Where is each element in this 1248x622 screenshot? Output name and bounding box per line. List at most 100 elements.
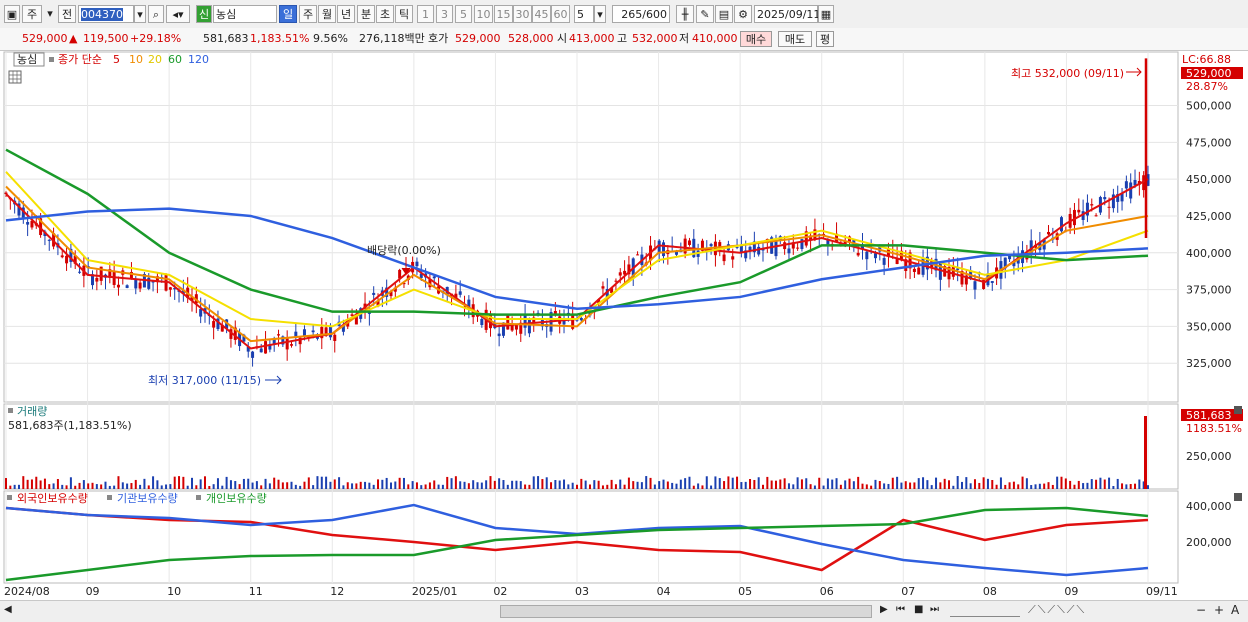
mode-dropdown-icon[interactable]: ▾ bbox=[44, 5, 56, 23]
buy-button[interactable]: 매수 bbox=[740, 31, 772, 47]
stock-code-input[interactable]: 004370 bbox=[78, 5, 134, 23]
zoom-out-icon[interactable]: − bbox=[1196, 603, 1206, 617]
calendar-icon[interactable]: ▦ bbox=[818, 5, 834, 23]
period-tick-button[interactable]: 틱 bbox=[395, 5, 413, 23]
x-axis-label: 2024/08 bbox=[4, 585, 50, 598]
price-change-pct: +29.18% bbox=[130, 32, 182, 45]
interval-5-button[interactable]: 5 bbox=[455, 5, 472, 23]
interval-3-button[interactable]: 3 bbox=[436, 5, 453, 23]
x-axis-labels: 2024/08 09 10 11 12 2025/01 02 03 04 05 06 07 08 09 09… bbox=[4, 585, 1178, 598]
period-year-button[interactable]: 년 bbox=[337, 5, 355, 23]
volume-bar bbox=[281, 482, 284, 489]
volume-bar bbox=[671, 482, 674, 489]
stock-name-field[interactable]: 농심 bbox=[213, 5, 277, 23]
volume-bar bbox=[874, 479, 877, 489]
toolbar: ▣ 주 ▾ 전 004370 ▾ ⌕ ◂▾ 신 농심 일 주 월 년 분 초 틱… bbox=[0, 0, 1248, 29]
volume-bar bbox=[489, 476, 492, 489]
legend-ma120: 120 bbox=[188, 53, 209, 66]
volume-bar bbox=[645, 476, 648, 489]
interval-15-button[interactable]: 15 bbox=[494, 5, 513, 23]
period-second-button[interactable]: 초 bbox=[376, 5, 394, 23]
font-icon[interactable]: A bbox=[1231, 603, 1239, 617]
candle-body bbox=[311, 330, 315, 333]
tool-icon[interactable]: ✎ bbox=[696, 5, 714, 23]
candle-body bbox=[134, 279, 138, 289]
volume-bar bbox=[740, 482, 743, 489]
candle-body bbox=[873, 253, 877, 259]
x-axis-label: 04 bbox=[657, 585, 671, 598]
stock-chart[interactable]: 농심 종가 단순 5 10 20 60 120 LC:66.88 529,000… bbox=[0, 50, 1248, 601]
custom-interval-input[interactable]: 5 bbox=[574, 5, 594, 23]
volume-bar bbox=[467, 483, 470, 489]
drawing-tools-icon[interactable]: ⟋⟍⟋⟍⟋⟍ bbox=[1028, 603, 1086, 617]
mode-main-button[interactable]: 주 bbox=[22, 5, 42, 23]
mode-prev-button[interactable]: 전 bbox=[58, 5, 76, 23]
search-icon[interactable]: ⌕ bbox=[148, 5, 164, 23]
volume-bar bbox=[454, 476, 457, 489]
volume-bar bbox=[632, 481, 635, 489]
interval-60-button[interactable]: 60 bbox=[551, 5, 570, 23]
chart-area[interactable]: 농심 종가 단순 5 10 20 60 120 LC:66.88 529,000… bbox=[0, 50, 1248, 621]
volume-bar bbox=[229, 480, 232, 489]
gear-icon[interactable]: ⚙ bbox=[734, 5, 752, 23]
volume-bar bbox=[593, 480, 596, 489]
interval-1-button[interactable]: 1 bbox=[417, 5, 434, 23]
zoom-slider[interactable] bbox=[950, 604, 1020, 617]
period-week-button[interactable]: 주 bbox=[299, 5, 317, 23]
stop-icon[interactable]: ■ bbox=[914, 604, 923, 615]
volume-bar bbox=[65, 485, 68, 489]
scroll-left-icon[interactable]: ◀ bbox=[4, 604, 12, 615]
volume-legend-bullet-icon bbox=[8, 408, 13, 413]
volume-bar bbox=[82, 480, 85, 489]
interval-45-button[interactable]: 45 bbox=[532, 5, 551, 23]
period-minute-button[interactable]: 분 bbox=[357, 5, 375, 23]
volume-bar bbox=[1051, 484, 1054, 489]
candle-body bbox=[251, 351, 255, 358]
volume-bar bbox=[307, 477, 310, 489]
bottom-scrollbar[interactable]: ◀ ▶ ⏮ ■ ⏭ ⟋⟍⟋⟍⟋⟍ − + A bbox=[0, 600, 1248, 622]
volume-bar bbox=[459, 481, 462, 489]
period-day-button[interactable]: 일 bbox=[279, 5, 297, 23]
volume-bar bbox=[978, 482, 981, 489]
candle-body bbox=[333, 334, 337, 341]
volume-bar bbox=[476, 482, 479, 489]
save-icon[interactable]: ▤ bbox=[715, 5, 733, 23]
volume-bar bbox=[783, 478, 786, 489]
scroll-thumb[interactable] bbox=[500, 605, 872, 618]
forward-icon[interactable]: ⏭ bbox=[930, 604, 939, 615]
candle-body bbox=[1077, 209, 1081, 213]
table-icon[interactable] bbox=[8, 70, 22, 84]
period-month-button[interactable]: 월 bbox=[318, 5, 336, 23]
candle-icon[interactable]: ╫ bbox=[676, 5, 694, 23]
custom-interval-dropdown-icon[interactable]: ▾ bbox=[594, 5, 606, 23]
scroll-right-icon[interactable]: ▶ bbox=[880, 604, 888, 615]
code-dropdown-icon[interactable]: ▾ bbox=[134, 5, 146, 23]
volume-bar bbox=[316, 476, 319, 489]
volume-bar bbox=[818, 477, 821, 489]
volume-bar bbox=[191, 477, 194, 489]
bar-count-field[interactable]: 265/600 bbox=[612, 5, 670, 23]
speaker-icon[interactable]: ◂▾ bbox=[166, 5, 190, 23]
high-annotation: 최고 532,000 (09/11) bbox=[1011, 67, 1124, 80]
candle-body bbox=[990, 281, 994, 283]
date-input[interactable]: 2025/09/11 bbox=[754, 5, 820, 23]
volume-bar bbox=[225, 476, 228, 489]
candle-body bbox=[372, 292, 376, 295]
zoom-in-icon[interactable]: + bbox=[1214, 603, 1224, 617]
price-change: 119,500 bbox=[83, 32, 129, 45]
volume-bar bbox=[917, 478, 920, 489]
window-icon[interactable]: ▣ bbox=[4, 5, 20, 23]
volume-bar bbox=[273, 477, 276, 489]
candle-body bbox=[523, 314, 527, 328]
interval-30-button[interactable]: 30 bbox=[513, 5, 532, 23]
volume-bar bbox=[1021, 476, 1024, 489]
sell-button[interactable]: 매도 bbox=[778, 31, 812, 47]
interval-10-button[interactable]: 10 bbox=[474, 5, 493, 23]
eval-button[interactable]: 평 bbox=[816, 31, 834, 47]
price-axis-tick: 325,000 bbox=[1186, 357, 1232, 370]
candle-body bbox=[432, 276, 436, 279]
volume-close-icon[interactable] bbox=[1234, 406, 1242, 414]
holding-close-icon[interactable] bbox=[1234, 493, 1242, 501]
volume-bar bbox=[1004, 484, 1007, 489]
rewind-icon[interactable]: ⏮ bbox=[896, 604, 905, 615]
